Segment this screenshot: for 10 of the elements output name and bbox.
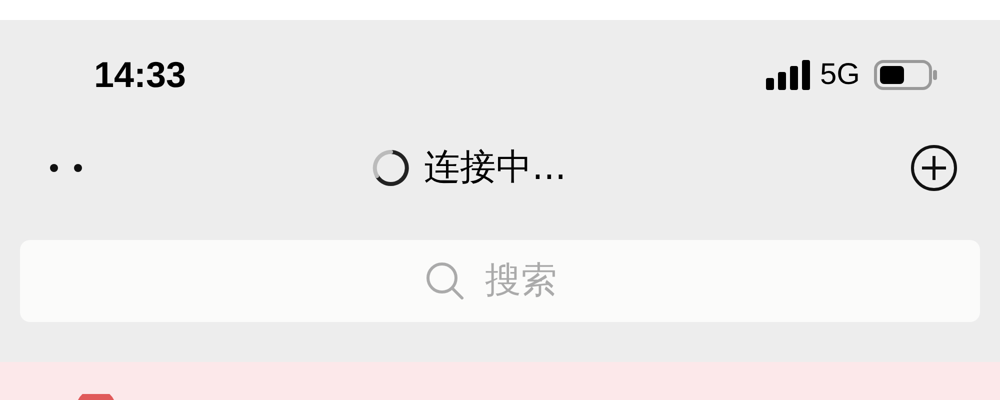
add-icon[interactable] [910, 144, 958, 192]
status-time: 14:33 [94, 57, 186, 93]
nav-title: 连接中... [424, 150, 566, 186]
network-label: 5G [820, 60, 860, 90]
search-field[interactable]: 搜索 [485, 254, 575, 308]
more-icon[interactable] [50, 164, 82, 172]
loading-spinner-icon [372, 149, 410, 187]
search-icon [425, 261, 465, 301]
battery-icon [874, 60, 938, 90]
signal-icon [766, 60, 810, 90]
